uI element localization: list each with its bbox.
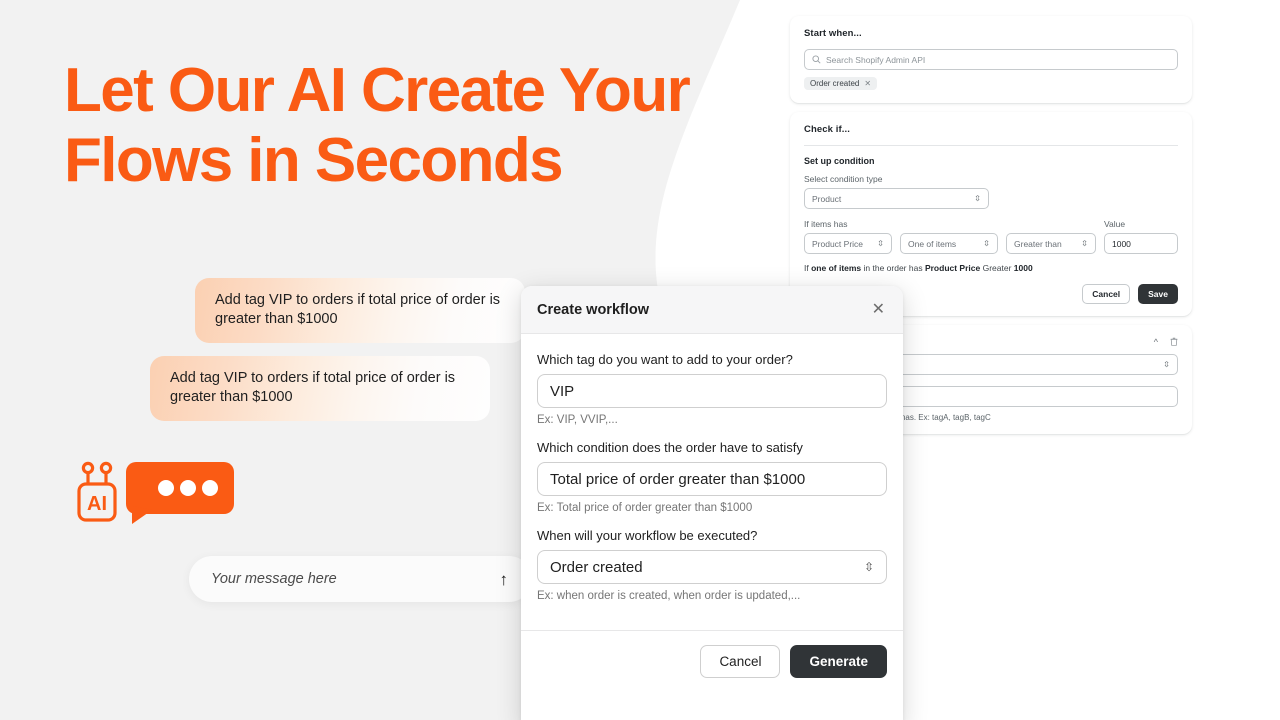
trigger-card-title: Start when... [804,28,862,39]
summary-field: Product Price [924,263,981,273]
trigger-chip-label: Order created [810,79,860,88]
value-label: Value [1104,219,1126,229]
trigger-card: Start when... Search Shopify Admin API O… [790,16,1192,103]
ai-chat-logo: AI [70,458,250,533]
summary-value: 1000 [1013,263,1033,273]
condition-summary: If one of items in the order has Product… [804,263,1178,273]
summary-operator: Greater [980,263,1014,273]
tag-field-help: Ex: VIP, VVIP,... [537,414,618,426]
condition-field-help: Ex: Total price of order greater than $1… [537,502,753,514]
chat-bubble: Add tag VIP to orders if total price of … [150,356,490,421]
trigger-select[interactable]: Order created ⇳ [537,550,887,584]
condition-type-value: Product [812,193,842,204]
ai-logo-svg: AI [77,461,234,524]
send-arrow-up-icon[interactable]: ↑ [500,571,509,588]
if-items-has-label: If items has [804,219,848,229]
condition-card-title: Check if... [804,124,850,135]
message-input-placeholder: Your message here [211,571,337,587]
condition-value-text: 1000 [1112,238,1131,249]
search-icon [812,55,821,64]
condition-field-value: Product Price [812,238,864,249]
trigger-chip[interactable]: Order created ✕ [804,77,878,90]
trigger-field-label: When will your workflow be executed? [537,528,758,543]
condition-cancel-button[interactable]: Cancel [1082,284,1131,304]
divider [804,145,1178,146]
condition-section-title: Set up condition [804,156,875,166]
page-title: Let Our AI Create Your Flows in Seconds [64,56,691,195]
field-group-items-has: If items has Product Price ⇳ [804,219,892,254]
condition-input[interactable]: Total price of order greater than $1000 [537,462,887,496]
modal-footer: Cancel Generate [521,630,903,692]
summary-mid: in the order has [861,263,925,273]
summary-scope: one of items [811,263,862,273]
screenshot-root: Let Our AI Create Your Flows in Seconds … [0,0,1280,720]
condition-save-button[interactable]: Save [1138,284,1178,304]
condition-field-select[interactable]: Product Price ⇳ [804,233,892,254]
create-workflow-modal: Create workflow ✕ Which tag do you want … [521,286,903,720]
chevron-up-icon[interactable]: ^ [1154,337,1158,347]
message-input[interactable]: Your message here ↑ [189,556,532,602]
condition-input-value: Total price of order greater than $1000 [550,470,806,488]
field-group-value: Value 1000 [1104,219,1178,254]
ai-logo-label: AI [87,493,107,515]
chevron-updown-icon: ⇳ [983,238,990,248]
trigger-select-value: Order created [550,558,643,576]
chevron-updown-icon: ⇳ [877,238,884,248]
condition-type-label: Select condition type [804,174,883,184]
cancel-button[interactable]: Cancel [700,645,781,678]
chevron-updown-icon: ⇳ [1163,359,1170,369]
condition-operator-select[interactable]: Greater than ⇳ [1006,233,1096,254]
field-group-scope: One of items ⇳ [900,233,998,254]
generate-button[interactable]: Generate [790,645,887,678]
condition-value-input[interactable]: 1000 [1104,233,1178,254]
field-group-operator: Greater than ⇳ [1006,233,1096,254]
modal-header: Create workflow ✕ [521,286,903,334]
shopify-api-search-input[interactable]: Search Shopify Admin API [804,49,1178,70]
tag-field-label: Which tag do you want to add to your ord… [537,352,793,367]
trash-icon[interactable] [1170,337,1178,346]
chat-bubble-icon [126,462,234,524]
condition-operator-value: Greater than [1014,238,1062,249]
modal-body: Which tag do you want to add to your ord… [521,334,903,624]
condition-field-label: Which condition does the order have to s… [537,440,803,455]
chevron-updown-icon: ⇳ [1081,238,1088,248]
trigger-field-help: Ex: when order is created, when order is… [537,590,801,602]
condition-scope-value: One of items [908,238,957,249]
search-placeholder: Search Shopify Admin API [826,54,926,65]
condition-type-select[interactable]: Product ⇳ [804,188,989,209]
chevron-updown-icon: ⇳ [863,560,874,574]
chevron-updown-icon: ⇳ [974,193,981,203]
close-icon[interactable]: ✕ [872,301,885,318]
modal-title: Create workflow [537,301,649,318]
condition-scope-select[interactable]: One of items ⇳ [900,233,998,254]
chat-bubble: Add tag VIP to orders if total price of … [195,278,525,343]
tag-input[interactable]: VIP [537,374,887,408]
tag-input-value: VIP [550,382,575,400]
close-icon[interactable]: ✕ [864,79,871,88]
